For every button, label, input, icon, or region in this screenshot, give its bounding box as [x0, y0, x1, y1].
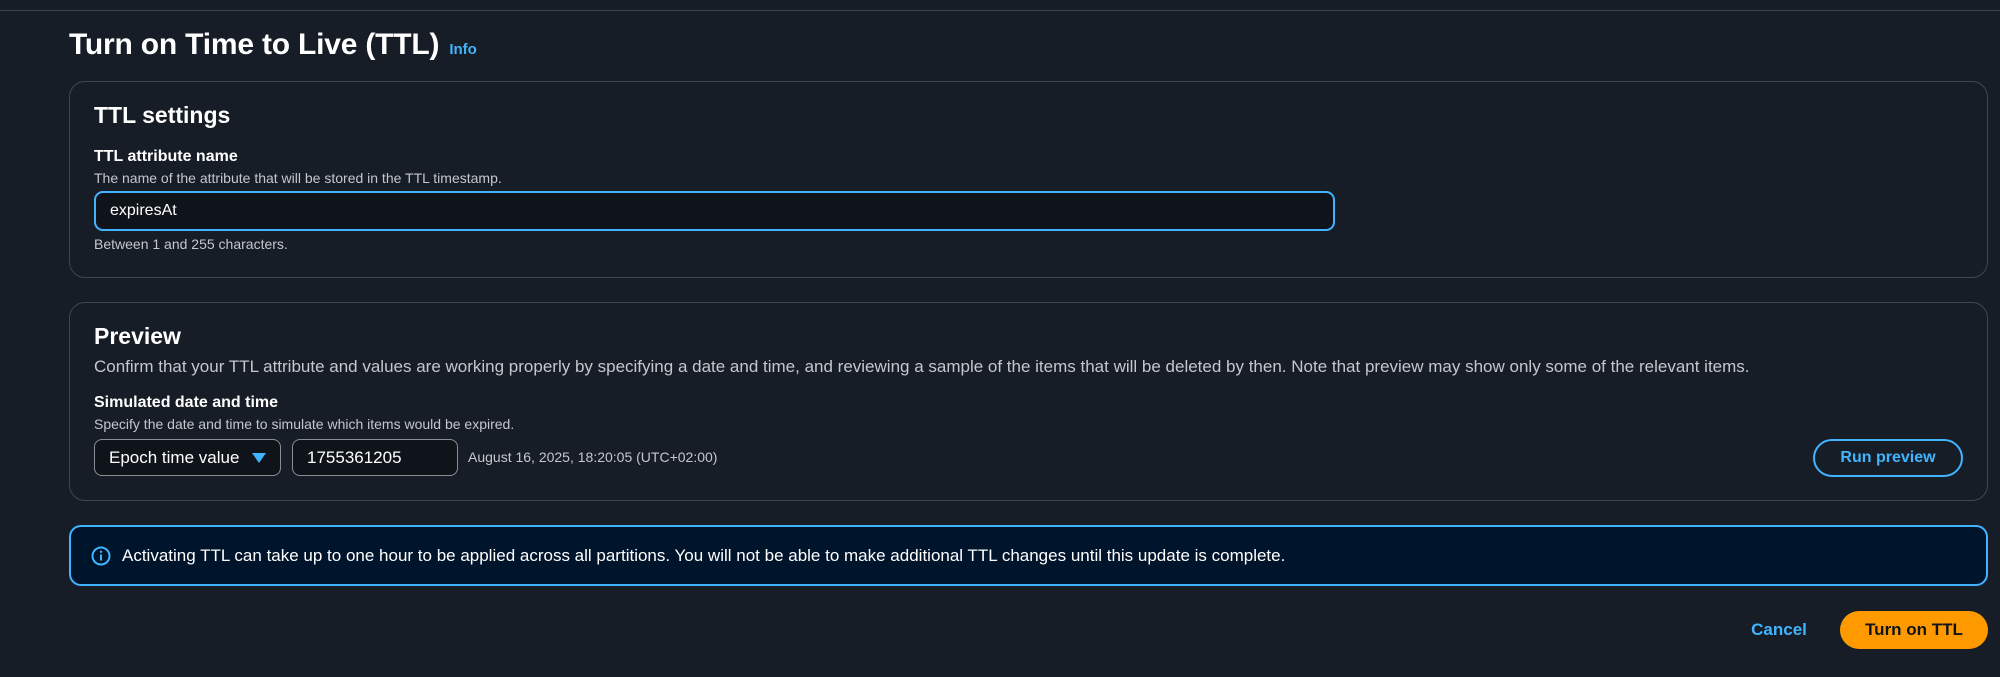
ttl-attribute-description: The name of the attribute that will be s… [94, 170, 502, 186]
preview-description: Confirm that your TTL attribute and valu… [94, 357, 1750, 376]
page-title: Turn on Time to Live (TTL) [69, 28, 440, 61]
cancel-button[interactable]: Cancel [1740, 611, 1818, 649]
ttl-attribute-hint: Between 1 and 255 characters. [94, 236, 288, 252]
ttl-attribute-name-input[interactable] [94, 191, 1335, 231]
time-format-select[interactable]: Epoch time value [94, 439, 281, 476]
preview-panel: Preview Confirm that your TTL attribute … [69, 302, 1988, 501]
ttl-settings-heading: TTL settings [94, 102, 231, 128]
run-preview-button[interactable]: Run preview [1813, 439, 1963, 477]
turn-on-ttl-button[interactable]: Turn on TTL [1840, 611, 1988, 649]
epoch-time-input[interactable] [292, 439, 458, 476]
preview-heading: Preview [94, 323, 181, 349]
info-link[interactable]: Info [449, 41, 477, 58]
simulated-date-description: Specify the date and time to simulate wh… [94, 416, 515, 432]
top-divider [0, 10, 2000, 11]
page-header: Turn on Time to Live (TTL) Info [69, 28, 477, 62]
info-alert: Activating TTL can take up to one hour t… [69, 525, 1988, 586]
simulated-date-label: Simulated date and time [94, 394, 279, 411]
ttl-settings-panel: TTL settings TTL attribute name The name… [69, 81, 1988, 278]
simulated-date-readout: August 16, 2025, 18:20:05 (UTC+02:00) [468, 449, 718, 465]
time-format-selected: Epoch time value [109, 447, 240, 467]
caret-down-icon [252, 452, 266, 463]
info-circle-icon [91, 546, 111, 565]
alert-message: Activating TTL can take up to one hour t… [122, 545, 1286, 565]
ttl-attribute-label: TTL attribute name [94, 148, 238, 165]
